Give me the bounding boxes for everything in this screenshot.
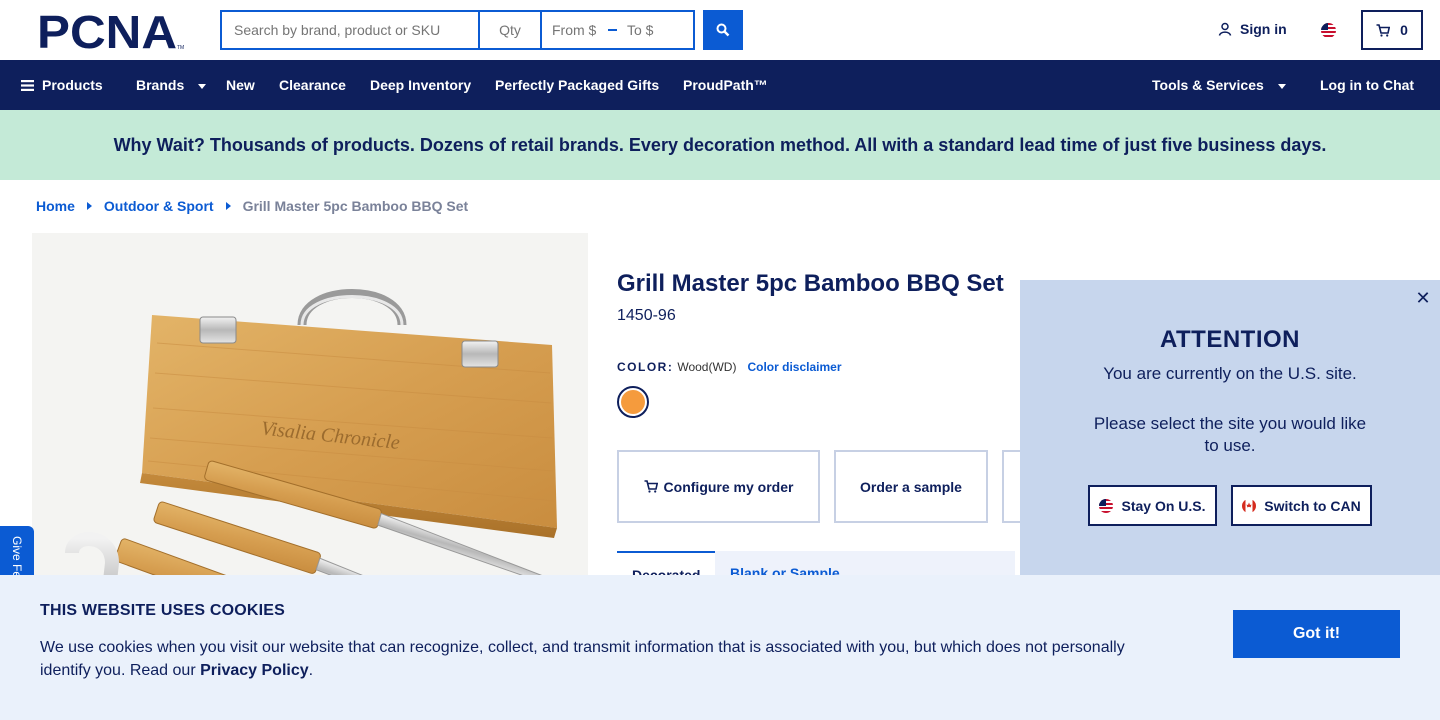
hamburger-icon (21, 79, 34, 91)
us-flag-icon (1099, 498, 1114, 513)
stay-us-label: Stay On U.S. (1121, 497, 1206, 514)
breadcrumb-home[interactable]: Home (36, 198, 75, 214)
nav-brands-label: Brands (136, 77, 185, 93)
nav-new[interactable]: New (226, 60, 255, 110)
nav-clearance-label: Clearance (279, 77, 346, 93)
pcna-logo[interactable]: PCNA TM (37, 12, 184, 50)
switch-can-button[interactable]: Switch to CAN (1231, 485, 1372, 526)
nav-clearance[interactable]: Clearance (279, 60, 346, 110)
nav-chat-label: Log in to Chat (1320, 77, 1415, 93)
swatch-fill (621, 390, 645, 414)
search-icon (716, 23, 730, 37)
nav-gifts-label: Perfectly Packaged Gifts (495, 77, 660, 93)
breadcrumb: Home Outdoor & Sport Grill Master 5pc Ba… (36, 198, 468, 214)
caret-down-icon (198, 83, 207, 89)
stay-us-button[interactable]: Stay On U.S. (1088, 485, 1217, 526)
caret-down-icon (1277, 83, 1286, 89)
product-sku: 1450-96 (617, 307, 676, 324)
nav-new-label: New (226, 77, 255, 93)
search-input[interactable] (220, 10, 478, 50)
main-nav: Products Brands New Clearance Deep Inven… (0, 60, 1440, 110)
site-header: PCNA TM Sign in 0 (0, 0, 1440, 60)
order-sample-button[interactable]: Order a sample (834, 450, 988, 523)
logo-text: PCNA (37, 12, 177, 50)
nav-chat[interactable]: Log in to Chat (1320, 60, 1414, 110)
cart-icon (1376, 23, 1391, 37)
color-swatch-wood[interactable] (617, 386, 649, 418)
price-from-input[interactable] (552, 22, 608, 38)
cookie-title: THIS WEBSITE USES COOKIES (40, 602, 286, 619)
site-selector-dialog: ✕ ATTENTION You are currently on the U.S… (1020, 280, 1440, 575)
search-bar (220, 10, 695, 50)
configure-order-label: Configure my order (663, 478, 794, 495)
color-disclaimer-link[interactable]: Color disclaimer (747, 360, 841, 374)
configure-order-button[interactable]: Configure my order (617, 450, 820, 523)
color-value: Wood(WD) (677, 360, 737, 374)
switch-can-label: Switch to CAN (1264, 497, 1361, 514)
promo-banner: Why Wait? Thousands of products. Dozens … (0, 110, 1440, 180)
cart-icon (644, 480, 658, 493)
price-range (540, 10, 695, 50)
nav-tools-label: Tools & Services (1152, 77, 1264, 93)
user-icon (1218, 22, 1232, 36)
product-title: Grill Master 5pc Bamboo BBQ Set (617, 270, 1004, 297)
canada-flag-icon (1242, 498, 1257, 513)
dialog-title: ATTENTION (1159, 326, 1301, 353)
sign-in-label: Sign in (1240, 21, 1287, 37)
cart-button[interactable]: 0 (1361, 10, 1423, 50)
svg-text:TM: TM (177, 45, 184, 50)
cookie-accept-button[interactable]: Got it! (1233, 610, 1400, 658)
color-row: COLOR: Wood(WD) Color disclaimer (617, 360, 841, 374)
us-flag-icon[interactable] (1321, 23, 1336, 38)
dialog-message-2: Please select the site you would like to… (1093, 414, 1367, 455)
price-separator (608, 29, 617, 31)
order-sample-label: Order a sample (860, 478, 962, 495)
sign-in-link[interactable]: Sign in (1218, 21, 1287, 37)
breadcrumb-arrow-icon (225, 202, 231, 210)
nav-products[interactable]: Products (21, 60, 103, 110)
cart-count: 0 (1400, 22, 1408, 38)
nav-tools[interactable]: Tools & Services (1152, 60, 1286, 110)
cookie-text: We use cookies when you visit our websit… (40, 636, 1160, 682)
price-to-input[interactable] (627, 22, 683, 38)
close-icon[interactable]: ✕ (1414, 289, 1432, 307)
breadcrumb-arrow-icon (86, 202, 92, 210)
nav-proudpath[interactable]: ProudPath™ (683, 60, 768, 110)
search-button[interactable] (703, 10, 743, 50)
qty-input[interactable] (478, 10, 540, 50)
nav-products-label: Products (42, 77, 103, 93)
color-label: COLOR: (617, 360, 674, 374)
privacy-policy-link[interactable]: Privacy Policy (200, 662, 309, 679)
cookie-banner: THIS WEBSITE USES COOKIES We use cookies… (0, 575, 1440, 720)
cookie-period: . (308, 662, 314, 679)
breadcrumb-current: Grill Master 5pc Bamboo BBQ Set (242, 198, 469, 214)
breadcrumb-category[interactable]: Outdoor & Sport (104, 198, 214, 214)
nav-deep-inventory[interactable]: Deep Inventory (370, 60, 471, 110)
nav-brands[interactable]: Brands (136, 60, 207, 110)
dialog-message: You are currently on the U.S. site. (1103, 364, 1357, 383)
nav-gifts[interactable]: Perfectly Packaged Gifts (495, 60, 659, 110)
nav-proudpath-label: ProudPath™ (683, 77, 768, 93)
nav-deep-inventory-label: Deep Inventory (370, 77, 472, 93)
